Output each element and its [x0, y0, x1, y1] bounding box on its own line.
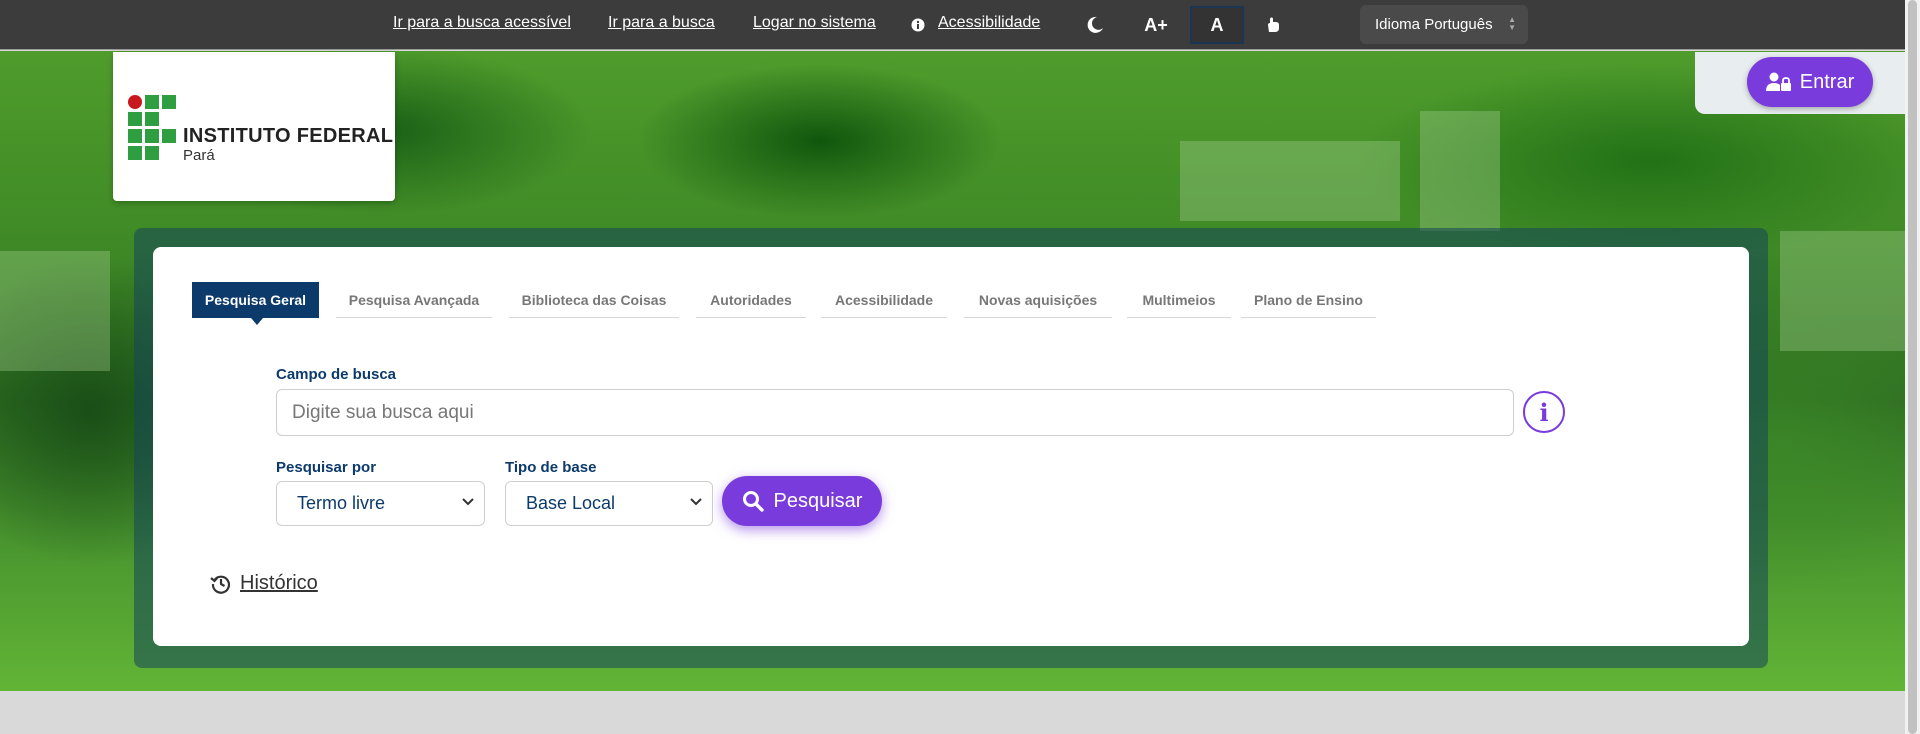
font-increase-button[interactable]: A+	[1129, 6, 1183, 44]
search-button-label: Pesquisar	[773, 489, 863, 512]
info-icon[interactable]: i	[1523, 391, 1565, 433]
skip-to-search-link[interactable]: Ir para a busca	[608, 14, 715, 32]
search-by-label: Pesquisar por	[276, 459, 377, 476]
tab-biblioteca-das-coisas[interactable]: Biblioteca das Coisas	[509, 282, 679, 318]
accessibility-link[interactable]: Acessibilidade	[938, 14, 1040, 32]
chevron-down-icon	[690, 494, 702, 510]
login-system-link[interactable]: Logar no sistema	[753, 14, 876, 32]
info-circle-icon	[908, 6, 928, 44]
scrollbar-thumb[interactable]	[1908, 0, 1917, 734]
language-select[interactable]: Idioma Português ▲ ▼	[1360, 5, 1528, 44]
logo-mark	[128, 95, 178, 161]
login-label: Entrar	[1799, 70, 1855, 93]
logo-subtitle: Pará	[183, 147, 215, 164]
search-by-value: Termo livre	[297, 493, 386, 513]
base-type-label: Tipo de base	[505, 459, 597, 476]
hand-icon[interactable]	[1246, 6, 1300, 44]
base-type-value: Base Local	[526, 493, 616, 513]
language-label: Idioma Português	[1375, 16, 1493, 33]
tab-novas-aquisicoes[interactable]: Novas aquisições	[964, 282, 1112, 318]
skip-to-accessible-search-link[interactable]: Ir para a busca acessível	[393, 14, 571, 32]
search-by-select[interactable]: Termo livre	[276, 481, 485, 526]
search-button[interactable]: Pesquisar	[722, 476, 882, 526]
updown-chevron-icon: ▲ ▼	[1508, 15, 1516, 32]
tab-plano-de-ensino[interactable]: Plano de Ensino	[1241, 282, 1376, 318]
tab-multimeios[interactable]: Multimeios	[1127, 282, 1231, 318]
history-link[interactable]: Histórico	[210, 572, 318, 595]
search-icon	[742, 491, 764, 512]
base-type-select[interactable]: Base Local	[505, 481, 713, 526]
search-field-label: Campo de busca	[276, 366, 397, 383]
moon-icon[interactable]	[1068, 6, 1122, 44]
search-input[interactable]	[276, 389, 1514, 436]
user-lock-icon	[1765, 72, 1791, 91]
logo-name: INSTITUTO FEDERAL	[183, 125, 394, 147]
accessibility-bar: Ir para a busca acessível Ir para a busc…	[0, 0, 1905, 50]
history-icon	[210, 575, 231, 594]
login-button[interactable]: Entrar	[1747, 57, 1873, 107]
page-scrollbar[interactable]	[1905, 0, 1920, 734]
tab-acessibilidade[interactable]: Acessibilidade	[821, 282, 947, 318]
tab-pesquisa-geral[interactable]: Pesquisa Geral	[192, 282, 319, 325]
tab-autoridades[interactable]: Autoridades	[696, 282, 806, 318]
institution-logo[interactable]: INSTITUTO FEDERAL Pará	[113, 52, 395, 201]
tab-pesquisa-avancada[interactable]: Pesquisa Avançada	[336, 282, 492, 318]
chevron-down-icon	[462, 494, 474, 510]
history-label: Histórico	[240, 572, 318, 594]
font-normal-button[interactable]: A	[1190, 6, 1244, 44]
